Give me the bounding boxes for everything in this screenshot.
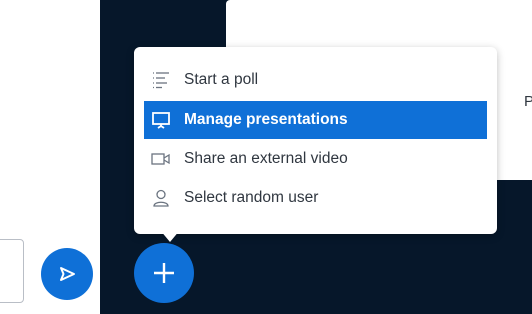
plus-icon (154, 263, 174, 283)
menu-item-label: Manage presentations (184, 111, 348, 128)
menu-item-label: Share an external video (184, 150, 348, 167)
presentation-card-text: P (524, 93, 532, 110)
actions-dropdown-menu: Start a poll Manage presentations Share (134, 47, 497, 234)
menu-item-share-external-video[interactable]: Share an external video (144, 140, 487, 178)
chat-panel (0, 0, 100, 314)
actions-plus-button[interactable] (134, 243, 194, 303)
menu-item-label: Start a poll (184, 71, 259, 88)
video-camera-icon (148, 149, 174, 169)
poll-icon (148, 70, 174, 90)
menu-pointer-arrow (160, 230, 180, 242)
menu-item-manage-presentations[interactable]: Manage presentations (144, 101, 487, 139)
send-message-button[interactable] (41, 248, 93, 300)
menu-item-label: Select random user (184, 189, 319, 206)
user-icon (148, 188, 174, 208)
send-icon (60, 267, 75, 281)
menu-item-select-random-user[interactable]: Select random user (144, 179, 487, 217)
menu-item-start-poll[interactable]: Start a poll (144, 61, 487, 99)
presentation-icon (148, 110, 174, 130)
chat-message-input[interactable] (0, 239, 24, 303)
